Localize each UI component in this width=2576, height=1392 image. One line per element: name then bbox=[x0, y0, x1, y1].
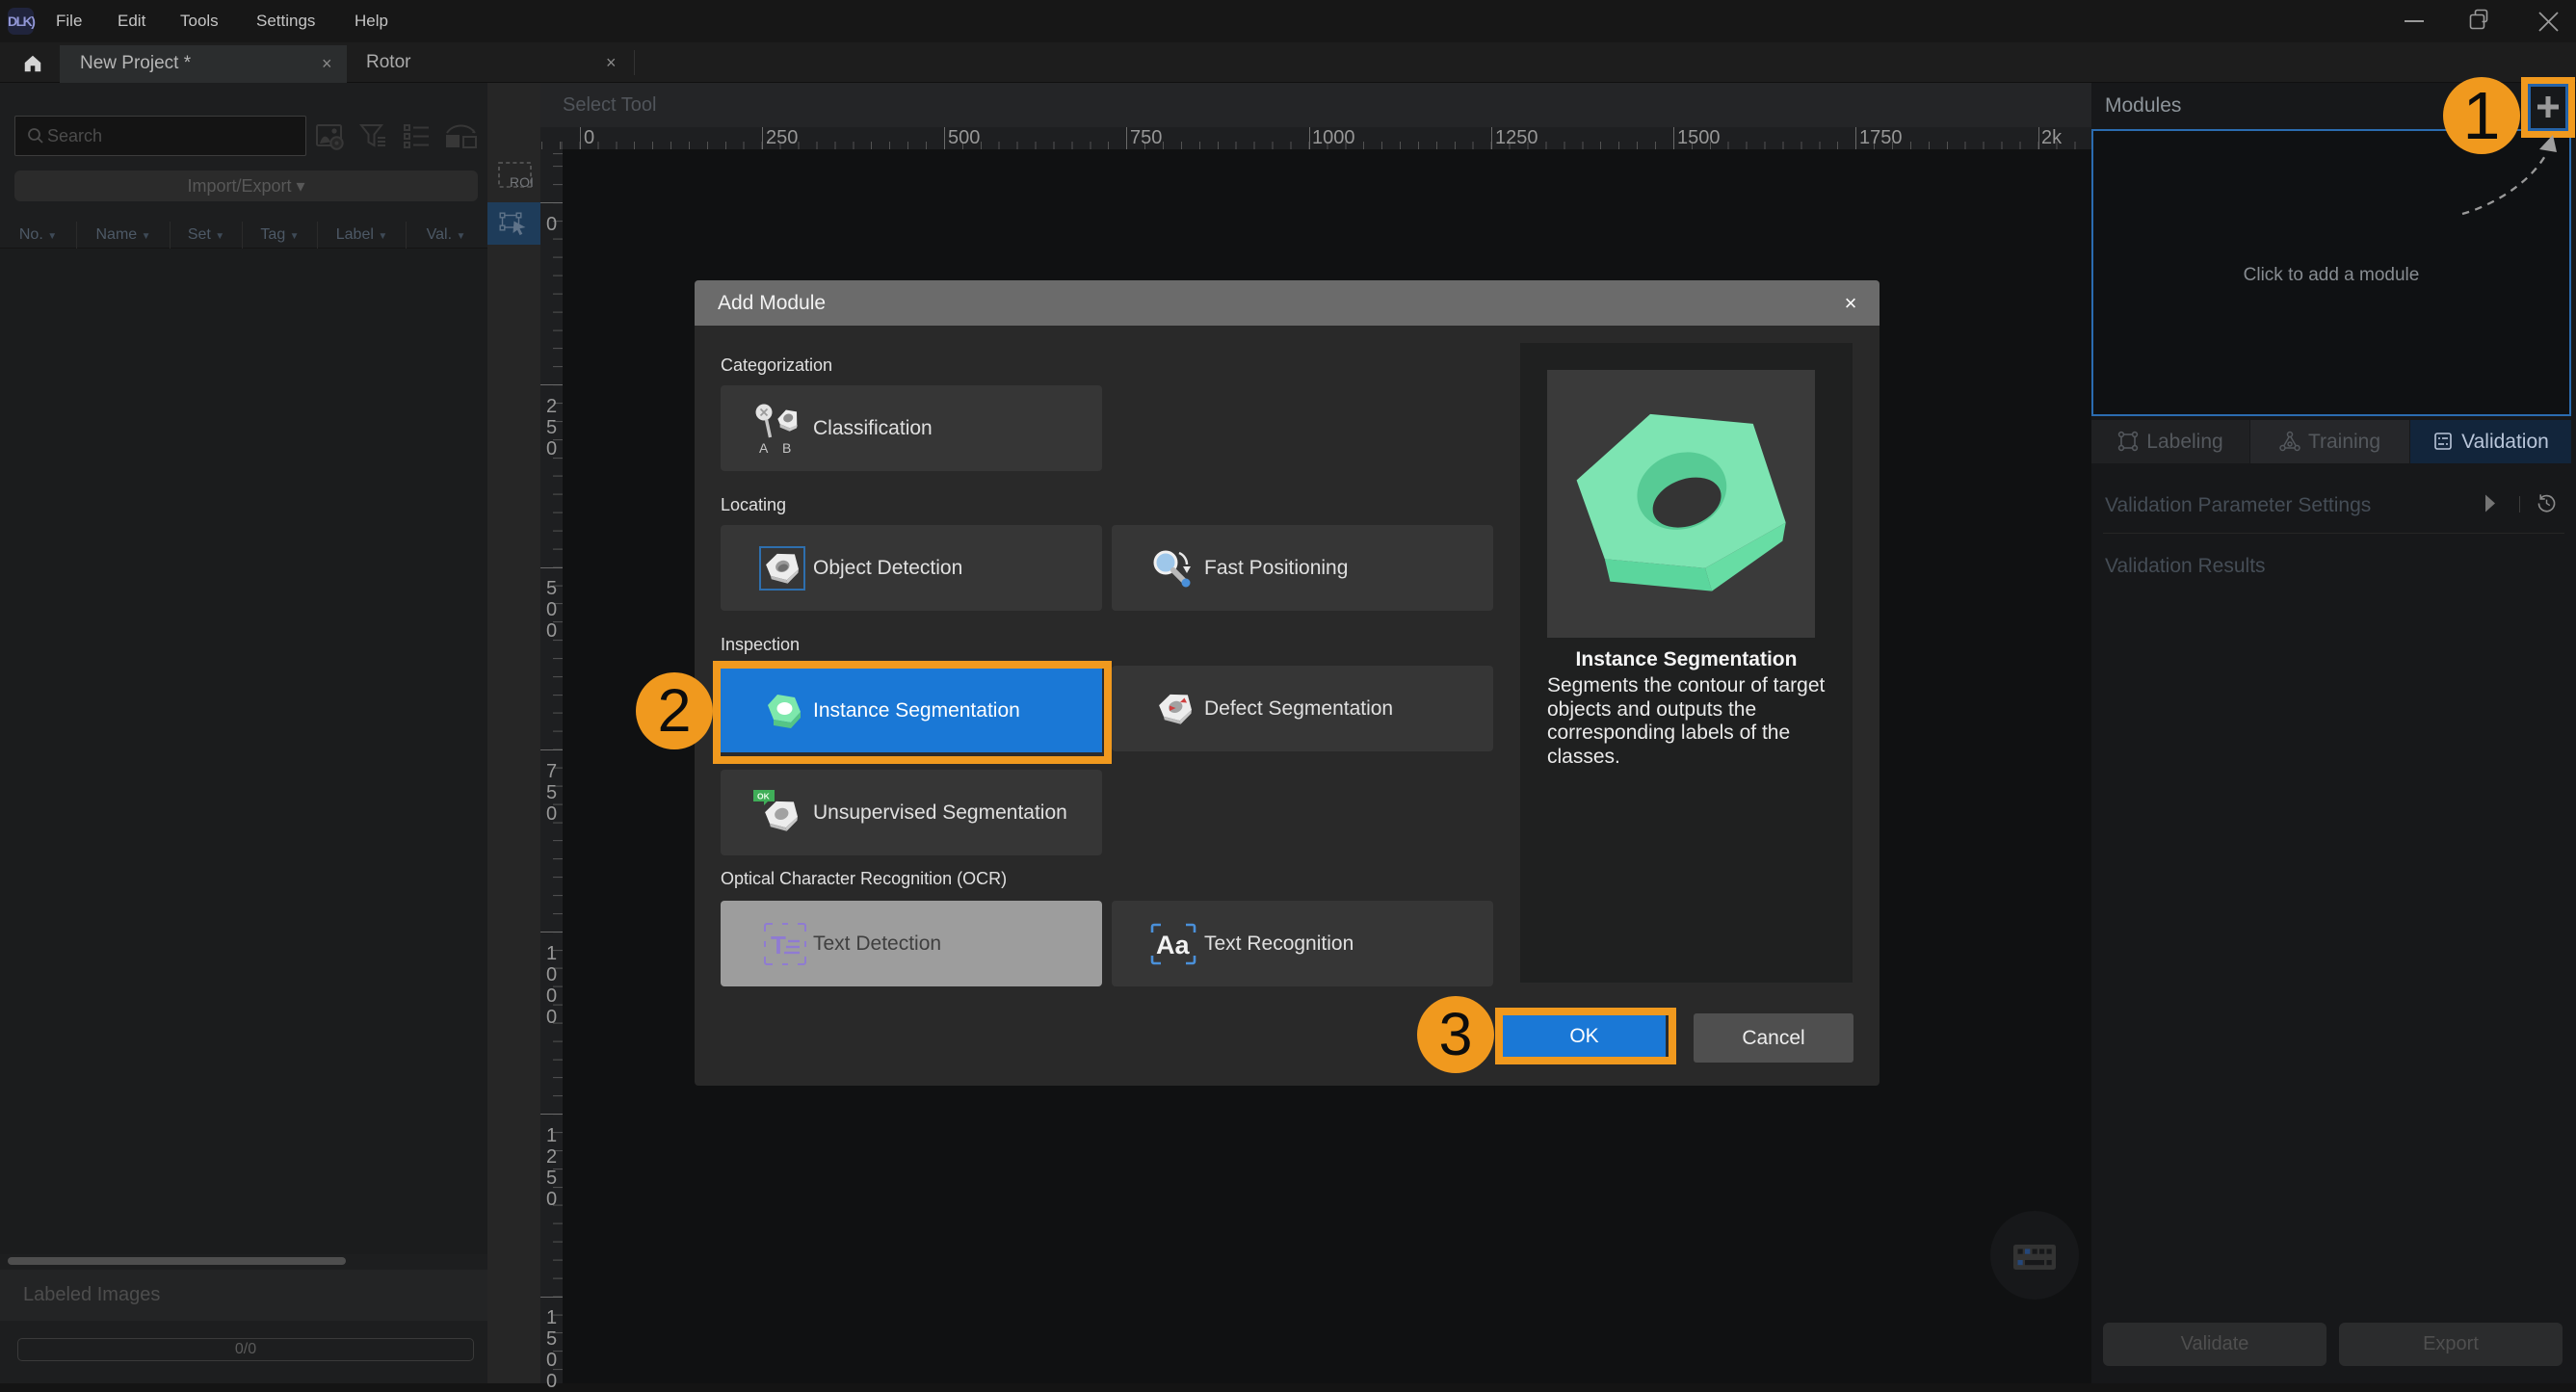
svg-text:B: B bbox=[782, 440, 791, 456]
svg-text:ROI: ROI bbox=[510, 174, 533, 190]
svg-text:T: T bbox=[771, 931, 786, 959]
svg-text:A: A bbox=[759, 440, 769, 456]
svg-text:OK: OK bbox=[757, 791, 771, 801]
svg-text:Aa: Aa bbox=[1156, 931, 1190, 959]
